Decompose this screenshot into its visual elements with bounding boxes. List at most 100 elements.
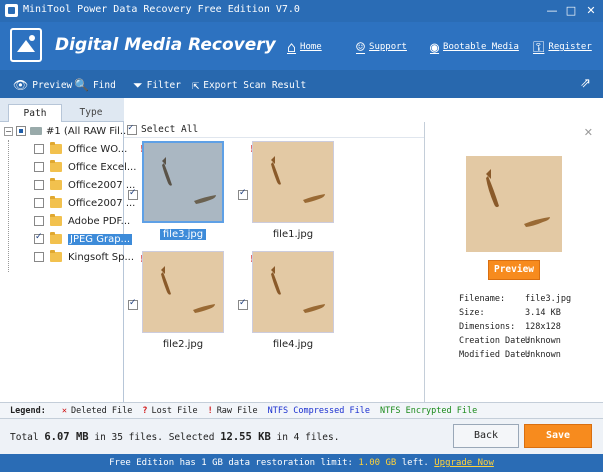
tree-item-checkbox[interactable] — [34, 216, 44, 226]
title-bar: MiniTool Power Data Recovery Free Editio… — [0, 0, 603, 22]
find-tool-button[interactable]: 🔍 Find — [74, 78, 116, 92]
collapse-icon[interactable]: − — [4, 126, 13, 136]
file-thumbnail[interactable] — [142, 251, 224, 333]
fossil-fish-image — [466, 156, 562, 252]
key-icon: ⚿ — [533, 38, 545, 56]
app-header: Digital Media Recovery ⌂ Home ☺ Support … — [0, 22, 603, 70]
product-title: Digital Media Recovery — [55, 35, 276, 55]
tree-item-office-excel[interactable]: Office Excel... — [34, 158, 136, 176]
tab-path[interactable]: Path — [8, 104, 62, 123]
maximize-button[interactable]: □ — [563, 3, 579, 18]
legend-deleted: ✕ Deleted File — [61, 405, 133, 416]
remaining-quota: 1.00 GB — [358, 458, 397, 468]
tree-item-adobe-pdf[interactable]: Adobe PDF... — [34, 212, 130, 230]
tree-item-jpeg-graphics[interactable]: JPEG Grap... — [34, 230, 133, 248]
tab-type[interactable]: Type — [64, 104, 118, 122]
folder-icon — [50, 232, 62, 244]
toolbar: 👁 Preview 🔍 Find ⏷ Filter ⇱ Export Scan … — [0, 70, 603, 98]
selection-summary: Total 6.07 MB in 35 files. Selected 12.5… — [10, 431, 340, 443]
fossil-fish-image — [143, 252, 223, 332]
fossil-fish-image — [253, 142, 333, 222]
tree-item-kingsoft[interactable]: Kingsoft Sp... — [34, 248, 134, 266]
search-icon: 🔍 — [74, 78, 89, 92]
window-title: MiniTool Power Data Recovery Free Editio… — [23, 4, 300, 15]
digital-media-logo-icon — [10, 28, 42, 62]
filter-icon: ⏷ — [133, 78, 143, 92]
disc-icon: ◉ — [430, 38, 440, 56]
export-scan-result-button[interactable]: ⇱ Export Scan Result — [192, 78, 306, 92]
file-thumbnail[interactable] — [142, 141, 224, 223]
file-thumbnail[interactable] — [252, 251, 334, 333]
legend-bar: Legend: ✕ Deleted File ? Lost File ! Raw Fi… — [0, 402, 603, 418]
share-icon[interactable]: ⇗ — [580, 76, 591, 91]
export-icon: ⇱ — [192, 78, 200, 92]
support-icon: ☺ — [356, 38, 366, 56]
file-grid: ! file3.jpg ! file1.jpg ! — [124, 138, 424, 402]
file-name[interactable]: file3.jpg — [133, 229, 233, 240]
folder-icon — [50, 142, 62, 154]
select-all-bar: Select All — [124, 122, 424, 138]
file-name[interactable]: file2.jpg — [133, 339, 233, 350]
tree-item-office2007-a[interactable]: Office2007 ... — [34, 176, 135, 194]
select-all-label[interactable]: Select All — [141, 124, 198, 135]
folder-icon — [50, 214, 62, 226]
tree-tabs: Path Type — [0, 98, 124, 123]
drive-icon — [30, 127, 42, 135]
detail-size: Size: 3.14 KB — [459, 308, 561, 318]
lost-file-icon: ? — [142, 405, 148, 416]
file-name[interactable]: file4.jpg — [243, 339, 343, 350]
file-checkbox[interactable] — [128, 188, 138, 200]
close-preview-icon[interactable]: ✕ — [584, 126, 593, 139]
preview-tool-button[interactable]: 👁 Preview — [13, 78, 72, 92]
raw-file-icon: ! — [207, 405, 213, 416]
tree-item-office-word[interactable]: Office WO... — [34, 140, 127, 158]
bootable-media-link[interactable]: ◉ Bootable Media — [430, 38, 519, 56]
back-button[interactable]: Back — [453, 424, 519, 448]
minimize-button[interactable]: — — [544, 3, 560, 18]
fossil-fish-image — [144, 143, 222, 221]
file-checkbox[interactable] — [238, 188, 248, 200]
register-link[interactable]: ⚿ Register — [533, 38, 592, 56]
legend-title: Legend: — [10, 405, 46, 416]
tree-item-checkbox[interactable] — [34, 144, 44, 154]
tree-root-checkbox[interactable] — [16, 126, 26, 136]
folder-icon — [50, 178, 62, 190]
folder-icon — [50, 250, 62, 262]
file-checkbox[interactable] — [238, 298, 248, 310]
file-thumbnail[interactable] — [252, 141, 334, 223]
tree-item-checkbox[interactable] — [34, 162, 44, 172]
eye-icon: 👁 — [13, 78, 29, 92]
home-icon: ⌂ — [287, 38, 297, 56]
file-name[interactable]: file1.jpg — [243, 229, 343, 240]
save-button[interactable]: Save — [524, 424, 592, 448]
legend-raw: ! Raw File — [207, 405, 258, 416]
tree-item-checkbox[interactable] — [34, 198, 44, 208]
detail-dimensions: Dimensions: 128x128 — [459, 322, 561, 332]
preview-image — [466, 156, 562, 252]
file-checkbox[interactable] — [128, 298, 138, 310]
tree-root[interactable]: − #1 (All RAW Fil... — [4, 122, 129, 140]
status-bar: Free Edition has 1 GB data restoration l… — [0, 454, 603, 472]
tree-item-checkbox[interactable] — [34, 232, 44, 244]
legend-lost: ? Lost File — [142, 405, 198, 416]
filter-tool-button[interactable]: ⏷ Filter — [133, 78, 181, 93]
upgrade-now-link[interactable]: Upgrade Now — [434, 458, 494, 468]
preview-panel: ✕ Preview Filename: file3.jpg Size: 3.14 K… — [424, 122, 603, 402]
detail-modified-date: Modified Date:Unknown — [459, 350, 561, 360]
folder-icon — [50, 160, 62, 172]
deleted-file-icon: ✕ — [61, 405, 67, 416]
tree-item-checkbox[interactable] — [34, 180, 44, 190]
tree-item-checkbox[interactable] — [34, 252, 44, 262]
legend-ntfs-compressed: NTFS Compressed File — [267, 405, 370, 416]
app-icon — [5, 4, 18, 17]
close-button[interactable]: ✕ — [583, 3, 599, 18]
select-all-checkbox[interactable] — [127, 123, 137, 135]
fossil-fish-image — [253, 252, 333, 332]
support-link[interactable]: ☺ Support — [356, 38, 407, 56]
tree-item-office2007-b[interactable]: Office2007 ... — [34, 194, 135, 212]
tree-guide-line — [8, 140, 9, 272]
preview-button[interactable]: Preview — [488, 260, 540, 280]
footer-bar: Total 6.07 MB in 35 files. Selected 12.5… — [0, 418, 603, 454]
home-link[interactable]: ⌂ Home — [287, 38, 322, 56]
legend-ntfs-encrypted: NTFS Encrypted File — [380, 405, 478, 416]
